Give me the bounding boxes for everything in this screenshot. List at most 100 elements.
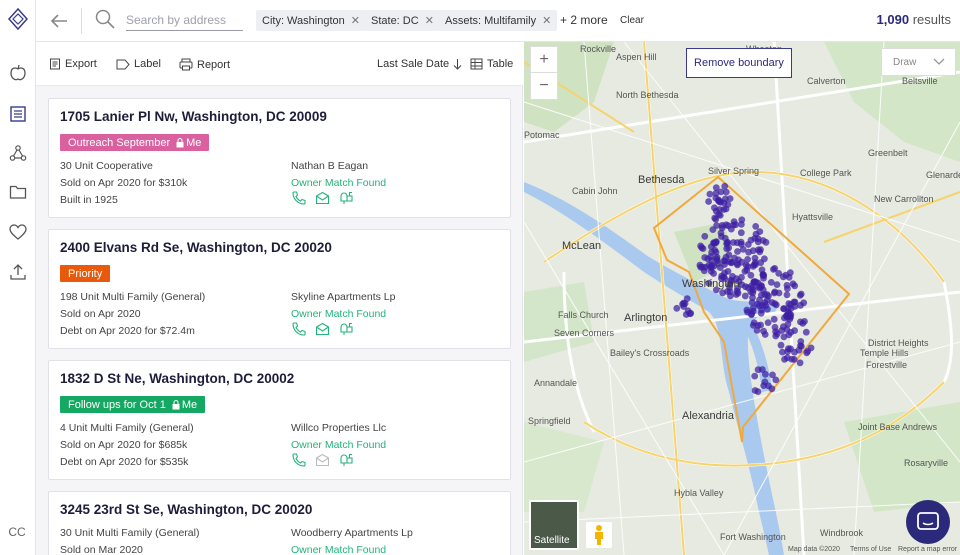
terms-link[interactable]: Terms of Use: [850, 546, 891, 553]
close-icon[interactable]: ✕: [425, 14, 434, 27]
property-marker[interactable]: [757, 321, 764, 329]
property-marker[interactable]: [765, 382, 772, 390]
property-marker[interactable]: [737, 238, 745, 246]
street-view-pegman-icon[interactable]: [586, 522, 612, 548]
property-marker[interactable]: [764, 319, 772, 326]
property-marker[interactable]: [718, 233, 725, 240]
property-marker[interactable]: [772, 301, 780, 309]
property-marker[interactable]: [785, 273, 793, 281]
property-card[interactable]: 3245 23rd St Se, Washington, DC 20020 30…: [48, 491, 511, 555]
mailbox-icon[interactable]: [339, 322, 354, 336]
property-marker[interactable]: [786, 315, 794, 323]
property-marker[interactable]: [756, 296, 763, 304]
more-filters-button[interactable]: + 2 more: [560, 13, 608, 27]
filter-chip-assets[interactable]: Assets: Multifamily ✕: [439, 10, 558, 31]
property-marker[interactable]: [760, 271, 767, 279]
export-button[interactable]: Export: [49, 58, 97, 70]
property-marker[interactable]: [750, 319, 758, 327]
property-marker[interactable]: [760, 327, 767, 335]
property-marker[interactable]: [791, 282, 799, 290]
property-marker[interactable]: [764, 305, 771, 313]
property-marker[interactable]: [738, 221, 745, 228]
network-icon[interactable]: [7, 142, 29, 164]
upload-icon[interactable]: [7, 261, 29, 283]
property-marker[interactable]: [701, 254, 709, 261]
property-points-layer[interactable]: [524, 42, 960, 555]
property-marker[interactable]: [756, 228, 764, 236]
mail-icon[interactable]: [315, 453, 330, 467]
property-tag[interactable]: Follow ups for Oct 1 Me: [60, 396, 206, 413]
property-marker[interactable]: [770, 315, 778, 323]
property-marker[interactable]: [717, 188, 725, 196]
report-button[interactable]: Report: [179, 58, 230, 71]
property-marker[interactable]: [773, 330, 781, 338]
property-marker[interactable]: [797, 342, 804, 349]
phone-icon[interactable]: [291, 453, 306, 467]
mail-icon[interactable]: [315, 322, 330, 336]
property-card[interactable]: 1705 Lanier Pl Nw, Washington, DC 20009 …: [48, 98, 511, 218]
property-marker[interactable]: [712, 238, 720, 246]
property-marker[interactable]: [734, 248, 741, 255]
property-marker[interactable]: [724, 268, 732, 275]
filter-chip-city[interactable]: City: Washington ✕: [256, 10, 366, 31]
heart-icon[interactable]: [7, 221, 29, 243]
logo-icon[interactable]: [7, 8, 29, 30]
search-input[interactable]: [126, 10, 243, 31]
property-marker[interactable]: [727, 225, 735, 233]
property-marker[interactable]: [796, 292, 804, 299]
property-marker[interactable]: [790, 356, 798, 363]
properties-list-icon[interactable]: [7, 103, 29, 125]
property-marker[interactable]: [787, 345, 794, 353]
phone-icon[interactable]: [291, 322, 306, 336]
property-marker[interactable]: [711, 214, 719, 222]
property-marker[interactable]: [775, 289, 783, 297]
property-marker[interactable]: [747, 271, 755, 279]
property-address[interactable]: 2400 Elvans Rd Se, Washington, DC 20020: [60, 240, 332, 255]
property-card[interactable]: 1832 D St Ne, Washington, DC 20002 Follo…: [48, 360, 511, 480]
property-address[interactable]: 3245 23rd St Se, Washington, DC 20020: [60, 502, 312, 517]
property-marker[interactable]: [783, 291, 791, 299]
zoom-out-button[interactable]: −: [530, 72, 558, 100]
property-marker[interactable]: [754, 238, 762, 246]
property-marker[interactable]: [705, 261, 713, 269]
label-button[interactable]: Label: [116, 58, 161, 70]
property-marker[interactable]: [804, 347, 812, 355]
property-marker[interactable]: [719, 289, 726, 297]
property-marker[interactable]: [758, 282, 765, 289]
close-icon[interactable]: ✕: [542, 14, 551, 27]
chat-launcher-button[interactable]: [906, 500, 950, 544]
sort-button[interactable]: Last Sale Date: [377, 58, 462, 70]
property-marker[interactable]: [716, 264, 724, 271]
property-marker[interactable]: [777, 341, 785, 349]
property-marker[interactable]: [673, 304, 681, 312]
report-error-link[interactable]: Report a map error: [898, 546, 957, 553]
property-marker[interactable]: [785, 331, 793, 339]
property-marker[interactable]: [772, 376, 780, 384]
property-marker[interactable]: [707, 253, 715, 260]
property-marker[interactable]: [725, 258, 733, 265]
property-marker[interactable]: [751, 372, 759, 380]
property-marker[interactable]: [800, 299, 808, 307]
property-marker[interactable]: [701, 232, 709, 240]
property-address[interactable]: 1705 Lanier Pl Nw, Washington, DC 20009: [60, 109, 327, 124]
owner-name[interactable]: Willco Properties Llc: [291, 422, 386, 434]
property-tag[interactable]: Priority: [60, 265, 111, 282]
property-marker[interactable]: [697, 242, 704, 250]
property-marker[interactable]: [767, 279, 775, 286]
remove-boundary-button[interactable]: Remove boundary: [686, 48, 792, 78]
property-marker[interactable]: [726, 195, 734, 203]
map-view[interactable]: Rockville Wheaton Calverton North Bethes…: [524, 42, 960, 555]
property-marker[interactable]: [757, 246, 764, 254]
owner-name[interactable]: Nathan B Eagan: [291, 160, 368, 172]
property-marker[interactable]: [709, 226, 717, 234]
property-marker[interactable]: [770, 266, 777, 273]
owner-name[interactable]: Woodberry Apartments Lp: [291, 527, 413, 539]
property-marker[interactable]: [754, 366, 762, 374]
property-tag[interactable]: Outreach September Me: [60, 134, 210, 151]
property-marker[interactable]: [712, 207, 720, 215]
property-marker[interactable]: [751, 259, 759, 266]
property-marker[interactable]: [727, 292, 734, 300]
property-marker[interactable]: [710, 270, 717, 277]
property-marker[interactable]: [716, 198, 723, 206]
property-marker[interactable]: [741, 292, 749, 300]
